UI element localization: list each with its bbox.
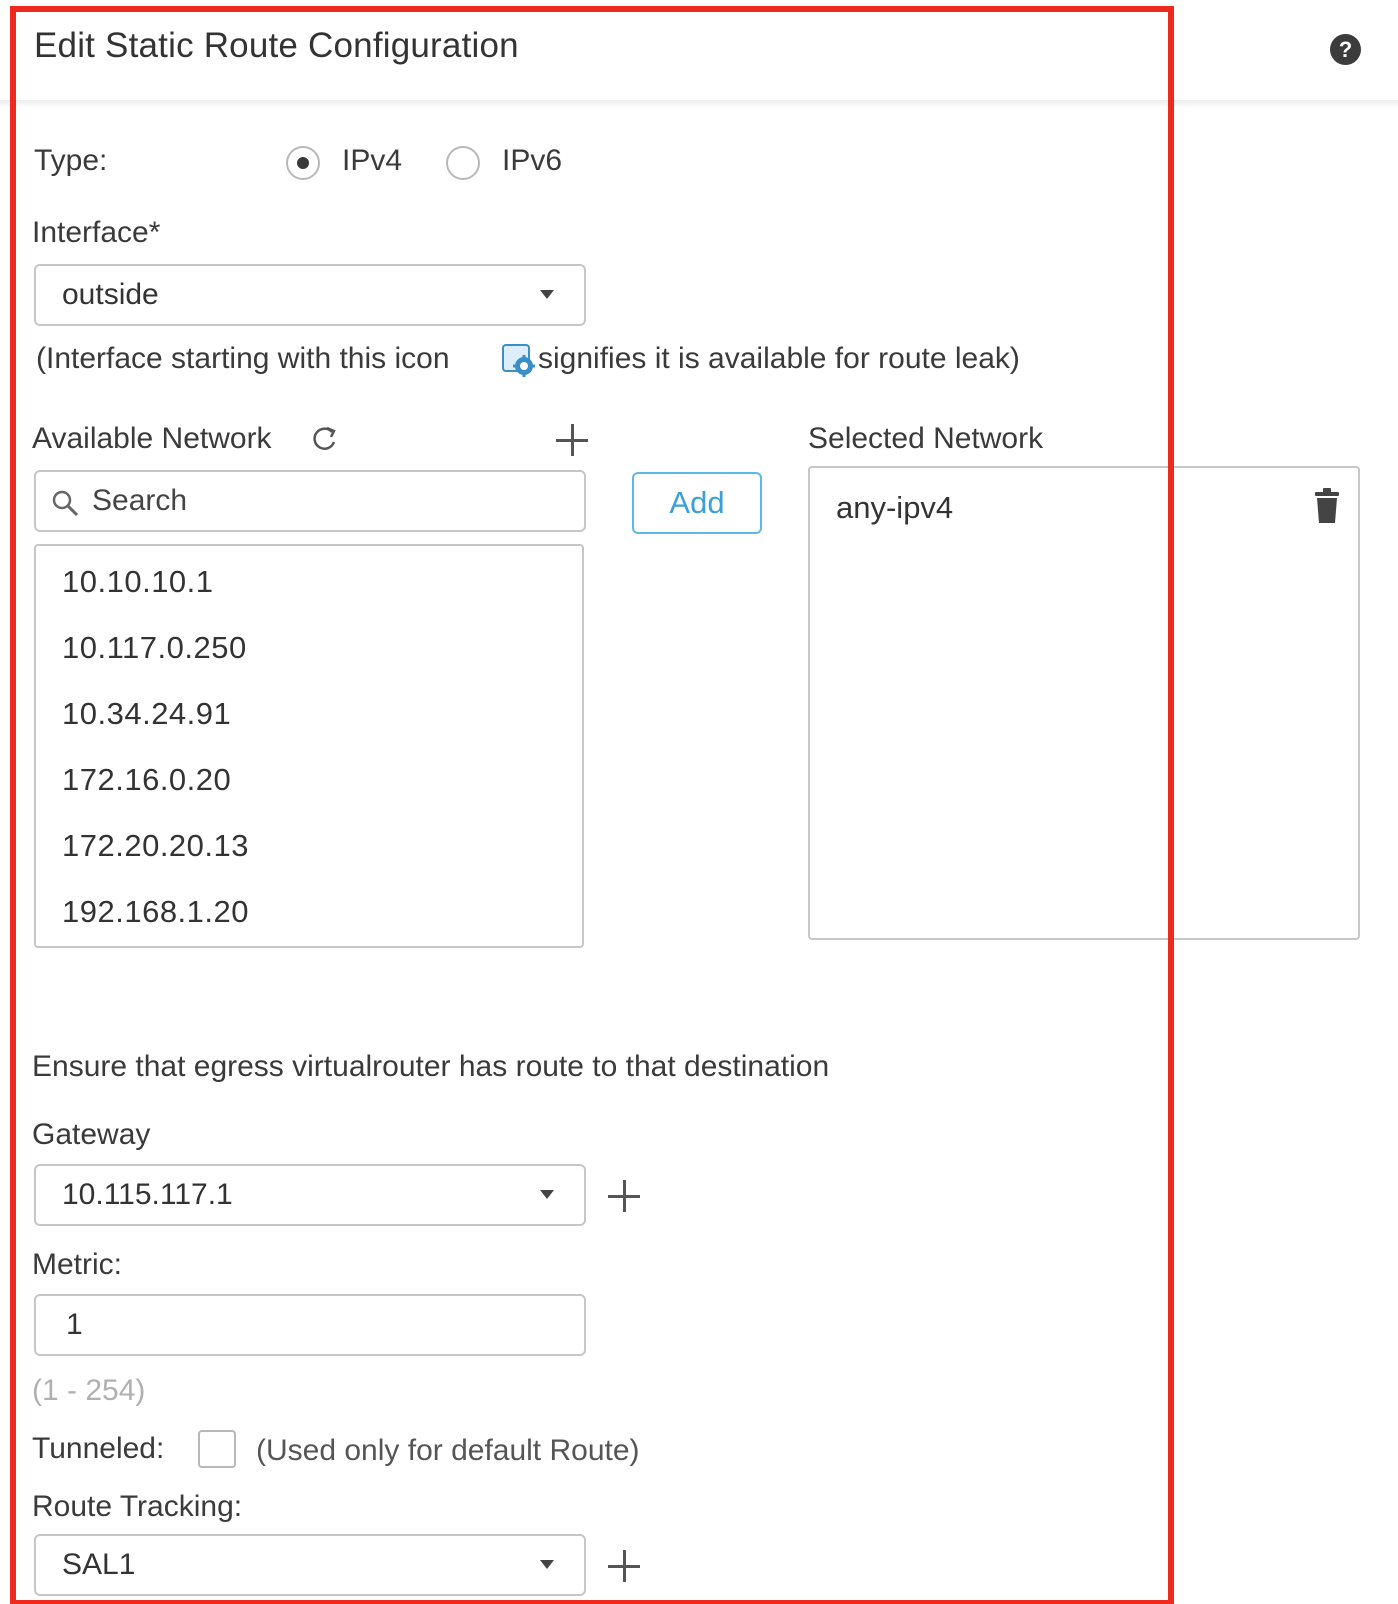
ipv4-radio[interactable]: [286, 146, 320, 180]
ipv6-radio[interactable]: [446, 146, 480, 180]
header-divider: [0, 100, 1398, 108]
gateway-select[interactable]: 10.115.117.1: [34, 1164, 586, 1226]
route-leak-note-suffix: signifies it is available for route leak…: [538, 342, 1020, 375]
add-network-object-icon[interactable]: [556, 424, 588, 456]
chevron-down-icon: [540, 1190, 554, 1199]
ipv6-label: IPv6: [502, 144, 563, 177]
route-leak-note-prefix: (Interface starting with this icon: [36, 342, 450, 375]
dialog-header: Edit Static Route Configuration ?: [0, 0, 1398, 104]
available-network-list[interactable]: 10.10.10.1 10.117.0.250 10.34.24.91 172.…: [34, 544, 584, 948]
list-item[interactable]: 10.10.10.1: [62, 564, 214, 600]
metric-value: 1: [66, 1308, 83, 1341]
ipv4-label: IPv4: [342, 144, 403, 177]
route-leak-icon: [502, 344, 535, 377]
interface-label: Interface*: [32, 216, 161, 249]
search-input[interactable]: Search: [34, 470, 586, 532]
available-network-label: Available Network: [32, 422, 272, 455]
metric-label: Metric:: [32, 1248, 122, 1281]
chevron-down-icon: [540, 290, 554, 299]
add-route-tracking-icon[interactable]: [608, 1550, 640, 1582]
tunneled-hint: (Used only for default Route): [256, 1434, 640, 1467]
gateway-value: 10.115.117.1: [62, 1178, 233, 1211]
trash-icon[interactable]: [1314, 488, 1340, 524]
route-tracking-value: SAL1: [62, 1548, 136, 1581]
selected-network-label: Selected Network: [808, 422, 1044, 455]
type-label: Type:: [34, 144, 108, 177]
interface-value: outside: [62, 278, 159, 311]
tunneled-checkbox[interactable]: [198, 1430, 236, 1468]
add-gateway-icon[interactable]: [608, 1180, 640, 1212]
interface-select[interactable]: outside: [34, 264, 586, 326]
search-placeholder: Search: [92, 484, 188, 517]
selected-network-list[interactable]: any-ipv4: [808, 466, 1360, 940]
metric-input[interactable]: 1: [34, 1294, 586, 1356]
refresh-icon[interactable]: [310, 424, 340, 454]
add-button[interactable]: Add: [632, 472, 762, 534]
gateway-label: Gateway: [32, 1118, 151, 1151]
search-icon: [52, 490, 79, 517]
route-tracking-label: Route Tracking:: [32, 1490, 243, 1523]
egress-note: Ensure that egress virtualrouter has rou…: [32, 1050, 830, 1083]
metric-range-hint: (1 - 254): [32, 1374, 146, 1407]
selected-network-item[interactable]: any-ipv4: [836, 490, 953, 526]
list-item[interactable]: 10.34.24.91: [62, 696, 231, 732]
route-tracking-select[interactable]: SAL1: [34, 1534, 586, 1596]
tunneled-label: Tunneled:: [32, 1432, 165, 1465]
question-circle-icon[interactable]: ?: [1330, 34, 1361, 65]
list-item[interactable]: 172.16.0.20: [62, 762, 231, 798]
list-item[interactable]: 172.20.20.13: [62, 828, 249, 864]
chevron-down-icon: [540, 1560, 554, 1569]
dialog-title: Edit Static Route Configuration: [34, 26, 519, 65]
list-item[interactable]: 192.168.1.20: [62, 894, 249, 930]
list-item[interactable]: 10.117.0.250: [62, 630, 247, 666]
